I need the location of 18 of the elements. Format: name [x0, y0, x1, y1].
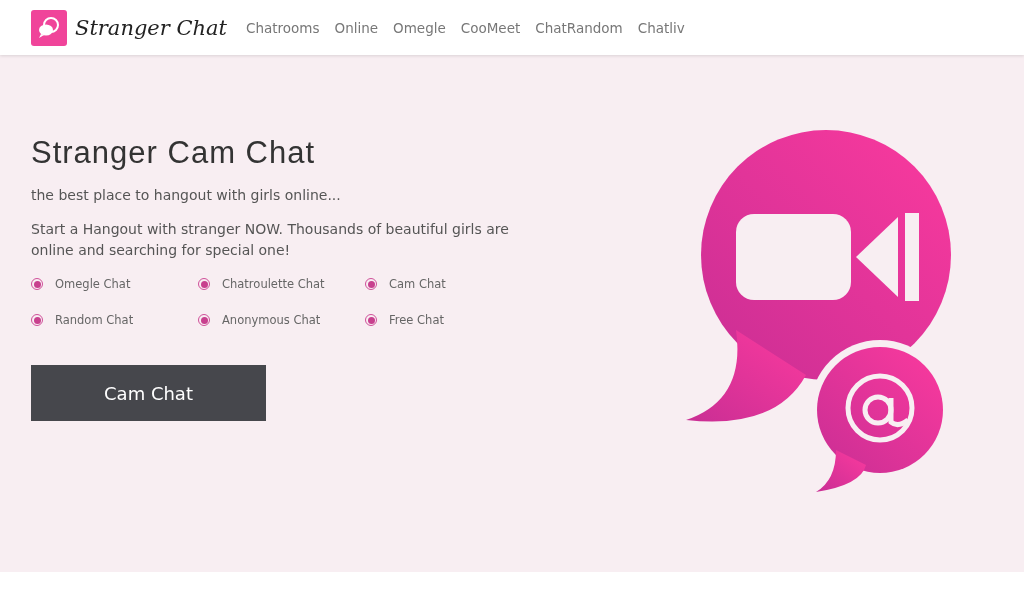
brand-name: Stranger Chat: [75, 15, 228, 40]
option-label: Omegle Chat: [55, 277, 131, 291]
nav-link[interactable]: Chatrooms: [246, 19, 320, 36]
option-label: Random Chat: [55, 313, 134, 327]
option-label: Cam Chat: [389, 277, 446, 291]
cam-chat-button[interactable]: Cam Chat: [31, 365, 266, 421]
nav-link[interactable]: Chatliv: [637, 19, 685, 36]
hero-description: Start a Hangout with stranger NOW. Thousands of beautiful girls are online and searching for special one!: [31, 220, 510, 260]
nav-link[interactable]: ChatRandom: [535, 19, 623, 36]
nav-link[interactable]: Online: [334, 19, 379, 36]
option-label: Anonymous Chat: [222, 313, 321, 327]
hero-subtitle: the best place to hangout with girls online...: [31, 187, 342, 203]
hero-title: Stranger Cam Chat: [31, 135, 317, 171]
option-label: Free Chat: [389, 313, 444, 327]
nav-link[interactable]: Omegle: [393, 19, 446, 36]
option-label: Chatroulette Chat: [222, 277, 325, 291]
chat-bubble-logo-icon: [31, 9, 67, 46]
nav-link[interactable]: CooMeet: [460, 19, 521, 36]
